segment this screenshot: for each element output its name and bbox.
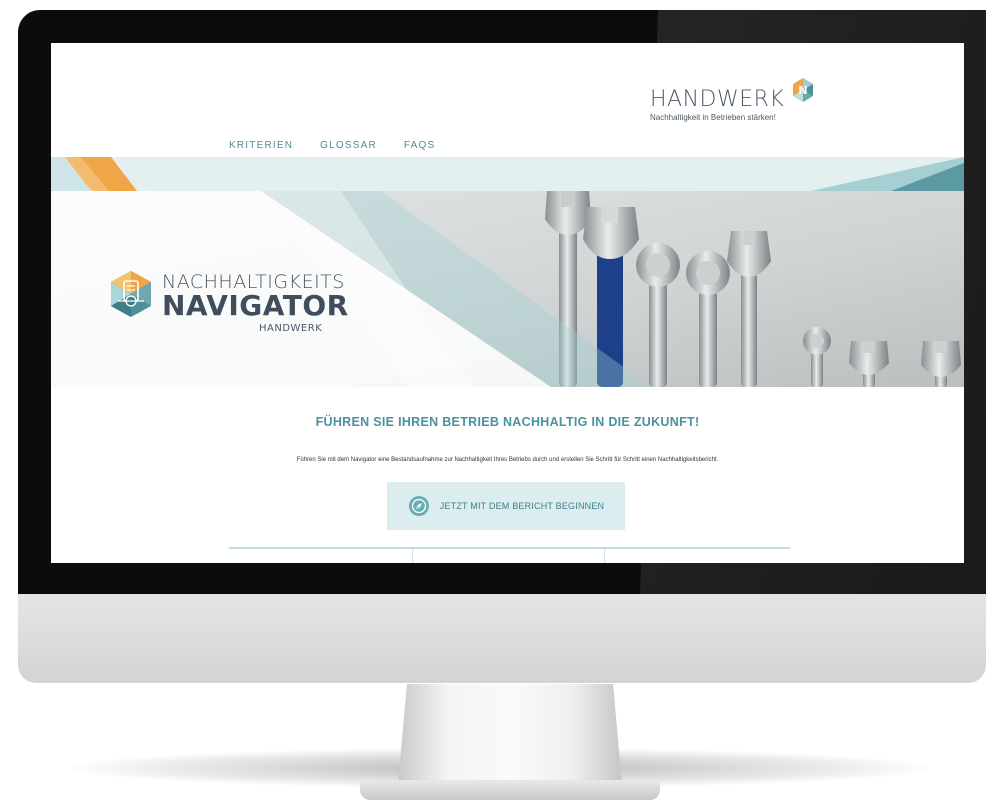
brand-line-handwerk: HANDWERK [259, 323, 323, 334]
column-divider [604, 549, 605, 563]
nav-item-glossar[interactable]: GLOSSAR [320, 140, 377, 151]
handwerk-badge-icon: N [793, 78, 813, 102]
page-headline: FÜHREN SIE IHREN BETRIEB NACHHALTIG IN D… [315, 415, 700, 429]
hero-banner: NACHHALTIGKEITS NAVIGATOR HANDWERK [51, 191, 964, 387]
start-report-label: JETZT MIT DEM BERICHT BEGINNEN [439, 501, 605, 511]
main-nav: KRITERIEN GLOSSAR FAQS [229, 140, 435, 151]
nav-item-faqs[interactable]: FAQS [404, 140, 435, 151]
table-top-border [229, 547, 790, 549]
navigator-logo-icon [111, 271, 151, 317]
header-stripe [51, 157, 964, 191]
intro-text: Führen Sie mit dem Navigator eine Bestan… [296, 457, 719, 463]
monitor-stand-neck [398, 684, 622, 784]
navigator-brand: NACHHALTIGKEITS NAVIGATOR HANDWERK [106, 271, 349, 341]
website-screen: HANDWERK N Nachhaltigkeit in Betrieben s… [51, 43, 964, 563]
badge-letter: N [798, 84, 807, 97]
logo-tagline: Nachhaltigkeit in Betrieben stärken! [650, 113, 776, 122]
column-divider [412, 549, 413, 563]
start-report-button[interactable]: JETZT MIT DEM BERICHT BEGINNEN [387, 482, 625, 530]
compass-icon [408, 496, 429, 516]
handwerk-logo[interactable]: HANDWERK N Nachhaltigkeit in Betrieben s… [650, 77, 850, 133]
monitor-stand-base [360, 780, 660, 800]
brand-line-navigator: NAVIGATOR [162, 289, 349, 322]
logo-wordmark: HANDWERK [650, 87, 785, 112]
nav-item-kriterien[interactable]: KRITERIEN [229, 140, 293, 151]
stripe-decoration [51, 157, 964, 191]
